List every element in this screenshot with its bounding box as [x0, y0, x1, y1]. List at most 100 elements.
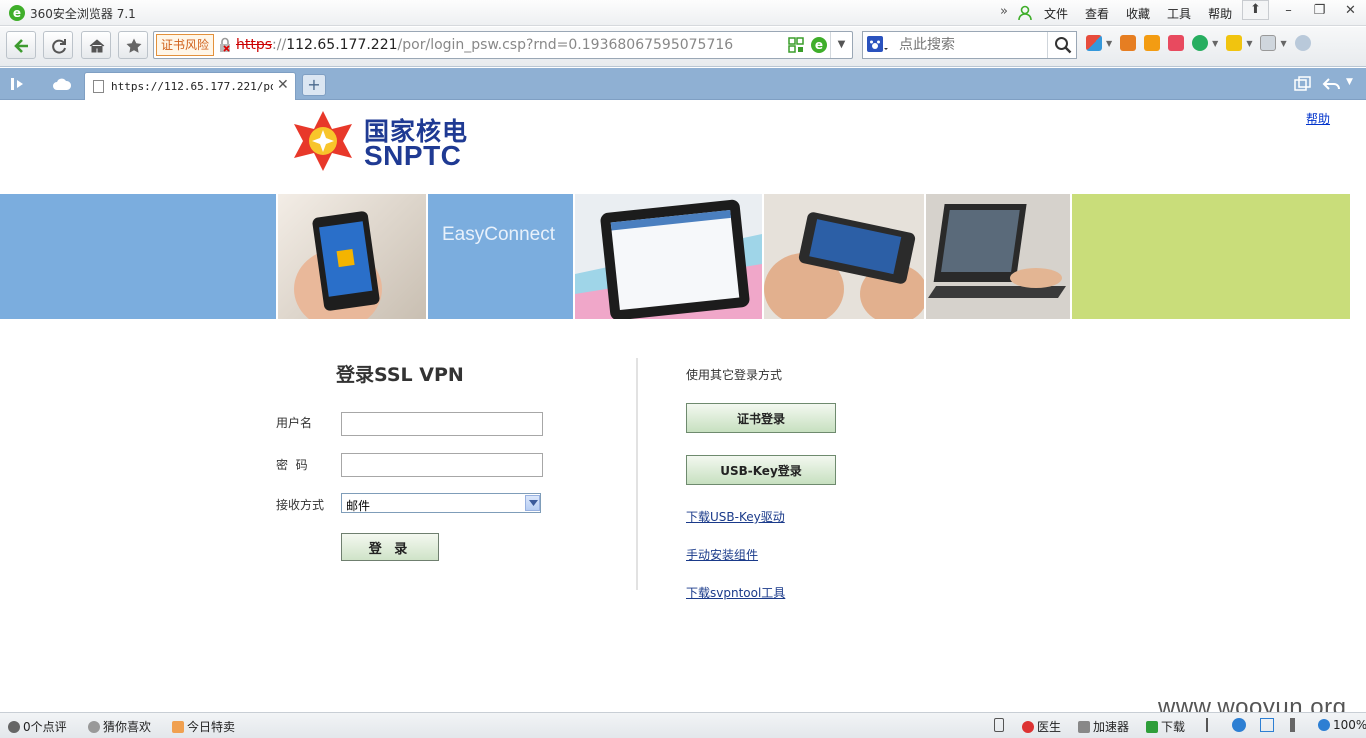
new-tab-button[interactable]: + [302, 74, 326, 96]
banner-easyconnect-text: EasyConnect [442, 224, 556, 245]
gift-icon [172, 721, 184, 733]
qr-code-icon[interactable] [788, 37, 804, 53]
cloud-icon[interactable] [52, 77, 72, 91]
close-tab-icon[interactable]: ✕ [277, 77, 289, 93]
magnifier-tool-icon[interactable] [1294, 35, 1311, 51]
receive-method-label: 接收方式 [276, 498, 325, 512]
money-icon[interactable] [1192, 35, 1209, 51]
navigation-bar: 证书风险 https://112.65.177.221/por/login_ps… [0, 27, 1366, 67]
favorites-button[interactable] [118, 31, 148, 59]
banner-tablet-photo [575, 194, 762, 319]
menu-file[interactable]: 文件 [1044, 5, 1068, 22]
zoom-status[interactable]: 100% [1318, 718, 1366, 732]
mobile-icon[interactable] [994, 718, 1004, 732]
screen-icon[interactable] [1260, 718, 1274, 732]
broken-lock-icon[interactable] [218, 37, 232, 53]
guess-label: 猜你喜欢 [103, 720, 152, 734]
mail-icon[interactable] [1168, 35, 1185, 51]
flight-icon[interactable] [1144, 35, 1161, 51]
page-icon [93, 80, 104, 93]
chevron-down-icon[interactable] [525, 495, 540, 511]
help-link[interactable]: 帮助 [1306, 110, 1330, 127]
deals-label: 今日特卖 [187, 720, 236, 734]
menu-bar: 文件 查看 收藏 工具 帮助 [1044, 5, 1249, 22]
password-label: 密 码 [276, 458, 308, 472]
url-path: /por/login_psw.csp?rnd=0.193680675950757… [397, 37, 734, 53]
guess-you-like-status[interactable]: 猜你喜欢 [88, 718, 151, 735]
screenshot-icon[interactable] [1260, 35, 1277, 51]
undo-close-icon[interactable] [1322, 76, 1342, 92]
search-engine-paw-icon[interactable] [867, 36, 889, 54]
doctor-label: 医生 [1037, 720, 1062, 734]
rocket-icon [1078, 721, 1090, 733]
banner-phone-photo [278, 194, 426, 319]
svg-text:e: e [815, 38, 823, 52]
download-status[interactable]: 下载 [1146, 718, 1185, 735]
login-button[interactable]: 登 录 [341, 533, 439, 561]
url-text[interactable]: https://112.65.177.221/por/login_psw.csp… [236, 37, 733, 53]
screenshot-caret-icon[interactable]: ▼ [1280, 39, 1286, 48]
url-scheme-separator: :// [272, 37, 287, 53]
todays-deals-status[interactable]: 今日特卖 [172, 718, 235, 735]
manual-install-link[interactable]: 手动安装组件 [686, 546, 758, 563]
username-input[interactable] [341, 412, 543, 436]
search-box [862, 31, 1077, 59]
volume-icon[interactable] [1290, 718, 1299, 732]
menu-tools[interactable]: 工具 [1167, 5, 1191, 22]
apps-grid-icon[interactable] [1086, 35, 1102, 51]
ie-icon[interactable] [1232, 718, 1246, 732]
address-bar[interactable]: 证书风险 https://112.65.177.221/por/login_ps… [153, 31, 853, 59]
menu-view[interactable]: 查看 [1085, 5, 1109, 22]
url-history-dropdown[interactable]: ▼ [830, 32, 852, 58]
download-label: 下载 [1161, 720, 1186, 734]
coupon-icon[interactable] [1226, 35, 1243, 51]
back-arrow-icon [14, 39, 28, 53]
window-controls: ⬆ – ❐ ✕ [1242, 0, 1366, 22]
coupon-caret-icon[interactable]: ▼ [1246, 39, 1252, 48]
search-input[interactable] [899, 36, 1039, 54]
search-button[interactable] [1047, 32, 1077, 58]
skin-icon[interactable]: ⬆ [1242, 0, 1269, 20]
comments-status[interactable]: 0个点评 [8, 718, 67, 735]
close-window-button[interactable]: ✕ [1335, 0, 1366, 22]
url-host: 112.65.177.221 [286, 37, 398, 53]
banner-easyconnect-panel: EasyConnect [428, 194, 573, 319]
menu-favorites[interactable]: 收藏 [1126, 5, 1150, 22]
receive-method-select[interactable]: 邮件 [341, 493, 541, 513]
doctor-status[interactable]: 医生 [1022, 718, 1061, 735]
sidebar-toggle-icon[interactable] [10, 76, 28, 92]
download-usbkey-driver-link[interactable]: 下载USB-Key驱动 [686, 508, 785, 525]
tab-title: https://112.65.177.221/por/login_psw.csp… [111, 80, 273, 93]
minimize-button[interactable]: – [1273, 0, 1304, 22]
password-input[interactable] [341, 453, 543, 477]
banner-green-panel [1072, 194, 1350, 319]
restore-tabs-icon[interactable] [1294, 76, 1312, 92]
accelerator-label: 加速器 [1093, 720, 1130, 734]
menu-help[interactable]: 帮助 [1208, 5, 1232, 22]
refresh-button[interactable] [43, 31, 73, 59]
cert-login-button[interactable]: 证书登录 [686, 403, 836, 433]
zoom-icon [1318, 719, 1330, 731]
back-button[interactable] [6, 31, 36, 59]
download-svpntool-link[interactable]: 下载svpntool工具 [686, 584, 785, 601]
money-caret-icon[interactable]: ▼ [1212, 39, 1218, 48]
tab-active[interactable]: https://112.65.177.221/por/login_psw.csp… [84, 72, 296, 100]
usbkey-login-button[interactable]: USB-Key登录 [686, 455, 836, 485]
banner: EasyConnect [0, 194, 1350, 319]
restore-button[interactable]: ❐ [1304, 0, 1335, 22]
cert-risk-badge[interactable]: 证书风险 [156, 34, 215, 56]
accelerator-status[interactable]: 加速器 [1078, 718, 1129, 735]
calendar-icon[interactable] [1120, 35, 1137, 51]
apps-caret-icon[interactable]: ▼ [1106, 39, 1112, 48]
comment-icon [8, 721, 20, 733]
more-chevron-icon[interactable]: » [1000, 4, 1008, 19]
user-icon[interactable] [1018, 5, 1032, 21]
ie-mode-icon[interactable]: e [810, 36, 828, 54]
flag-icon[interactable] [1206, 718, 1220, 732]
home-button[interactable] [81, 31, 111, 59]
receive-method-value: 邮件 [346, 499, 371, 513]
web-page: 帮助 国家核电 SNPTC EasyConnect 登录SSL VPN 用户名 … [0, 100, 1366, 712]
tab-menu-caret-icon[interactable]: ▼ [1346, 77, 1353, 87]
tab-bar: https://112.65.177.221/por/login_psw.csp… [0, 68, 1366, 100]
username-label: 用户名 [276, 416, 313, 430]
